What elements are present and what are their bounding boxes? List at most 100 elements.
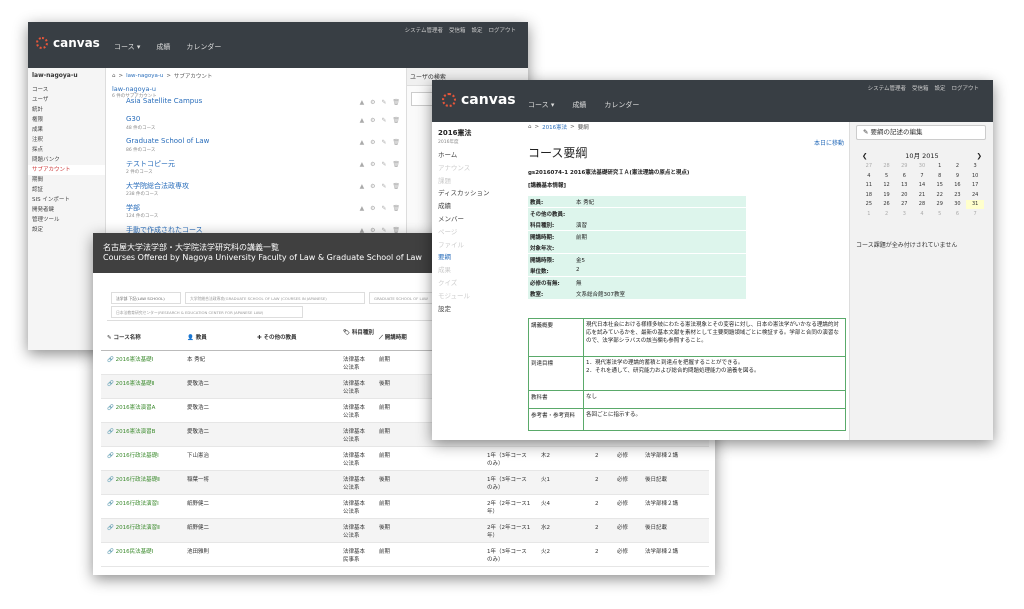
next-month-icon[interactable]: ❯ bbox=[977, 150, 982, 162]
calendar-day[interactable]: 2 bbox=[949, 162, 967, 171]
col-course-name[interactable]: ✎ コース名称 bbox=[107, 335, 141, 342]
sidebar-item-subaccounts[interactable]: サブアカウント bbox=[28, 165, 105, 175]
sidebar-item-statistics[interactable]: 統計 bbox=[28, 105, 105, 115]
breadcrumb-course-link[interactable]: 2016憲法 bbox=[542, 123, 567, 131]
calendar-day[interactable]: 5 bbox=[931, 210, 949, 219]
subaccount-action-icons[interactable]: ▲ ⚙ ✎ 🗑 bbox=[360, 161, 402, 168]
sidebar-item-sis-import[interactable]: SIS インポート bbox=[28, 195, 105, 205]
calendar-day[interactable]: 2 bbox=[878, 210, 896, 219]
subaccount-action-icons[interactable]: ▲ ⚙ ✎ 🗑 bbox=[360, 183, 402, 190]
calendar-day[interactable]: 30 bbox=[949, 200, 967, 209]
nav-courses[interactable]: コース ▾ bbox=[114, 42, 140, 52]
sidebar-item[interactable]: モジュール bbox=[432, 290, 522, 303]
subaccount-action-icons[interactable]: ▲ ⚙ ✎ 🗑 bbox=[360, 205, 402, 212]
calendar-day[interactable]: 1 bbox=[860, 210, 878, 219]
breadcrumb-account-link[interactable]: law-nagoya-u bbox=[126, 73, 163, 79]
course-link[interactable]: 🔗 2016憲法基礎Ⅰ bbox=[107, 356, 153, 364]
calendar-day[interactable]: 28 bbox=[913, 200, 931, 209]
calendar-day[interactable]: 10 bbox=[966, 172, 984, 181]
tab-japanese-law-center[interactable]: 日本法教育研究センター(RESEARCH & EDUCATION CENTER … bbox=[111, 306, 303, 318]
nav-admin[interactable]: システム管理者 bbox=[405, 26, 443, 34]
calendar-day[interactable]: 22 bbox=[931, 191, 949, 200]
canvas-logo[interactable]: canvas bbox=[442, 92, 516, 108]
calendar-day[interactable]: 24 bbox=[966, 191, 984, 200]
tab-law-school[interactable]: 法学部 下記(LAW SCHOOL) bbox=[111, 292, 181, 304]
calendar-day[interactable]: 1 bbox=[931, 162, 949, 171]
nav-settings[interactable]: 設定 bbox=[471, 26, 482, 34]
course-link[interactable]: 🔗 2016行政法基礎Ⅱ bbox=[107, 476, 160, 484]
nav-grades[interactable]: 成績 bbox=[156, 42, 170, 52]
course-link[interactable]: 🔗 2016憲法演習A bbox=[107, 404, 155, 412]
nav-settings[interactable]: 設定 bbox=[934, 84, 945, 92]
tab-graduate-japanese[interactable]: 大学院総合法政専攻(GRADUATE SCHOOL OF LAW (COURSE… bbox=[185, 292, 365, 304]
sidebar-item-users[interactable]: ユーザ bbox=[28, 95, 105, 105]
edit-syllabus-button[interactable]: ✎ 要綱の記述の編集 bbox=[856, 125, 986, 140]
col-other-teachers[interactable]: ✚ その他の教員 bbox=[257, 335, 297, 342]
calendar-day[interactable]: 28 bbox=[878, 162, 896, 171]
sidebar-item-courses[interactable]: コース bbox=[28, 85, 105, 95]
calendar-day[interactable]: 6 bbox=[895, 172, 913, 181]
sidebar-item-terms[interactable]: 期間 bbox=[28, 175, 105, 185]
subaccount-name[interactable]: テストコピー元 bbox=[126, 159, 175, 169]
calendar-day[interactable]: 31 bbox=[966, 200, 984, 209]
canvas-logo[interactable]: canvas bbox=[36, 36, 100, 50]
nav-inbox[interactable]: 受信箱 bbox=[912, 84, 929, 92]
course-link[interactable]: 🔗 2016行政法基礎Ⅰ bbox=[107, 452, 159, 460]
sidebar-item[interactable]: 設定 bbox=[432, 303, 522, 316]
calendar-day[interactable]: 18 bbox=[860, 191, 878, 200]
calendar-day[interactable]: 19 bbox=[878, 191, 896, 200]
sidebar-item-permissions[interactable]: 権限 bbox=[28, 115, 105, 125]
nav-calendar[interactable]: カレンダー bbox=[186, 42, 221, 52]
nav-grades[interactable]: 成績 bbox=[572, 100, 586, 110]
calendar-day[interactable]: 20 bbox=[895, 191, 913, 200]
root-account-name[interactable]: law-nagoya-u bbox=[112, 85, 157, 93]
calendar-day[interactable]: 8 bbox=[931, 172, 949, 181]
sidebar-item[interactable]: アナウンス bbox=[432, 162, 522, 175]
prev-month-icon[interactable]: ❮ bbox=[862, 150, 867, 162]
subaccount-action-icons[interactable]: ▲ ⚙ ✎ 🗑 bbox=[360, 139, 402, 146]
goto-today-link[interactable]: 本日に移動 bbox=[814, 138, 844, 147]
sidebar-item-developer-keys[interactable]: 開発者鍵 bbox=[28, 205, 105, 215]
home-icon[interactable]: ⌂ bbox=[112, 73, 116, 79]
course-link[interactable]: 🔗 2016憲法基礎Ⅱ bbox=[107, 380, 154, 388]
sidebar-item[interactable]: 成績 bbox=[432, 200, 522, 213]
calendar-day[interactable]: 9 bbox=[949, 172, 967, 181]
course-link[interactable]: 🔗 2016行政法演習Ⅰ bbox=[107, 500, 159, 508]
calendar-day[interactable]: 3 bbox=[895, 210, 913, 219]
calendar-day[interactable]: 26 bbox=[878, 200, 896, 209]
calendar-day[interactable]: 7 bbox=[913, 172, 931, 181]
course-link[interactable]: 🔗 2016行政法演習Ⅱ bbox=[107, 524, 160, 532]
calendar-day[interactable]: 16 bbox=[949, 181, 967, 190]
home-icon[interactable]: ⌂ bbox=[528, 124, 532, 130]
sidebar-item[interactable]: ディスカッション bbox=[432, 187, 522, 200]
calendar-day[interactable]: 4 bbox=[913, 210, 931, 219]
course-link[interactable]: 🔗 2016憲法演習B bbox=[107, 428, 155, 436]
nav-logout[interactable]: ログアウト bbox=[951, 84, 979, 92]
nav-calendar[interactable]: カレンダー bbox=[604, 100, 639, 110]
nav-inbox[interactable]: 受信箱 bbox=[449, 26, 466, 34]
calendar-day[interactable]: 4 bbox=[860, 172, 878, 181]
subaccount-name[interactable]: 大学院総合法政専攻 bbox=[126, 181, 189, 191]
calendar-day[interactable]: 29 bbox=[931, 200, 949, 209]
sidebar-item[interactable]: ホーム bbox=[432, 149, 522, 162]
sidebar-item[interactable]: 成果 bbox=[432, 264, 522, 277]
subaccount-name[interactable]: Graduate School of Law bbox=[126, 137, 209, 145]
sidebar-item[interactable]: クイズ bbox=[432, 277, 522, 290]
subaccount-name[interactable]: 学部 bbox=[126, 203, 140, 213]
calendar-day[interactable]: 5 bbox=[878, 172, 896, 181]
sidebar-item-outcomes[interactable]: 成果 bbox=[28, 125, 105, 135]
calendar-day[interactable]: 14 bbox=[913, 181, 931, 190]
col-course-type[interactable]: 🏷 科目種別 bbox=[343, 330, 377, 337]
calendar-day[interactable]: 7 bbox=[966, 210, 984, 219]
sidebar-item-authentication[interactable]: 認証 bbox=[28, 185, 105, 195]
col-teacher[interactable]: 👤 教員 bbox=[187, 335, 207, 342]
subaccount-name[interactable]: G30 bbox=[126, 115, 140, 123]
calendar-day[interactable]: 3 bbox=[966, 162, 984, 171]
calendar-day[interactable]: 25 bbox=[860, 200, 878, 209]
calendar-day[interactable]: 27 bbox=[860, 162, 878, 171]
calendar-day[interactable]: 23 bbox=[949, 191, 967, 200]
calendar-day[interactable]: 27 bbox=[895, 200, 913, 209]
calendar-day[interactable]: 13 bbox=[895, 181, 913, 190]
sidebar-item-question-banks[interactable]: 問題バンク bbox=[28, 155, 105, 165]
calendar-day[interactable]: 21 bbox=[913, 191, 931, 200]
